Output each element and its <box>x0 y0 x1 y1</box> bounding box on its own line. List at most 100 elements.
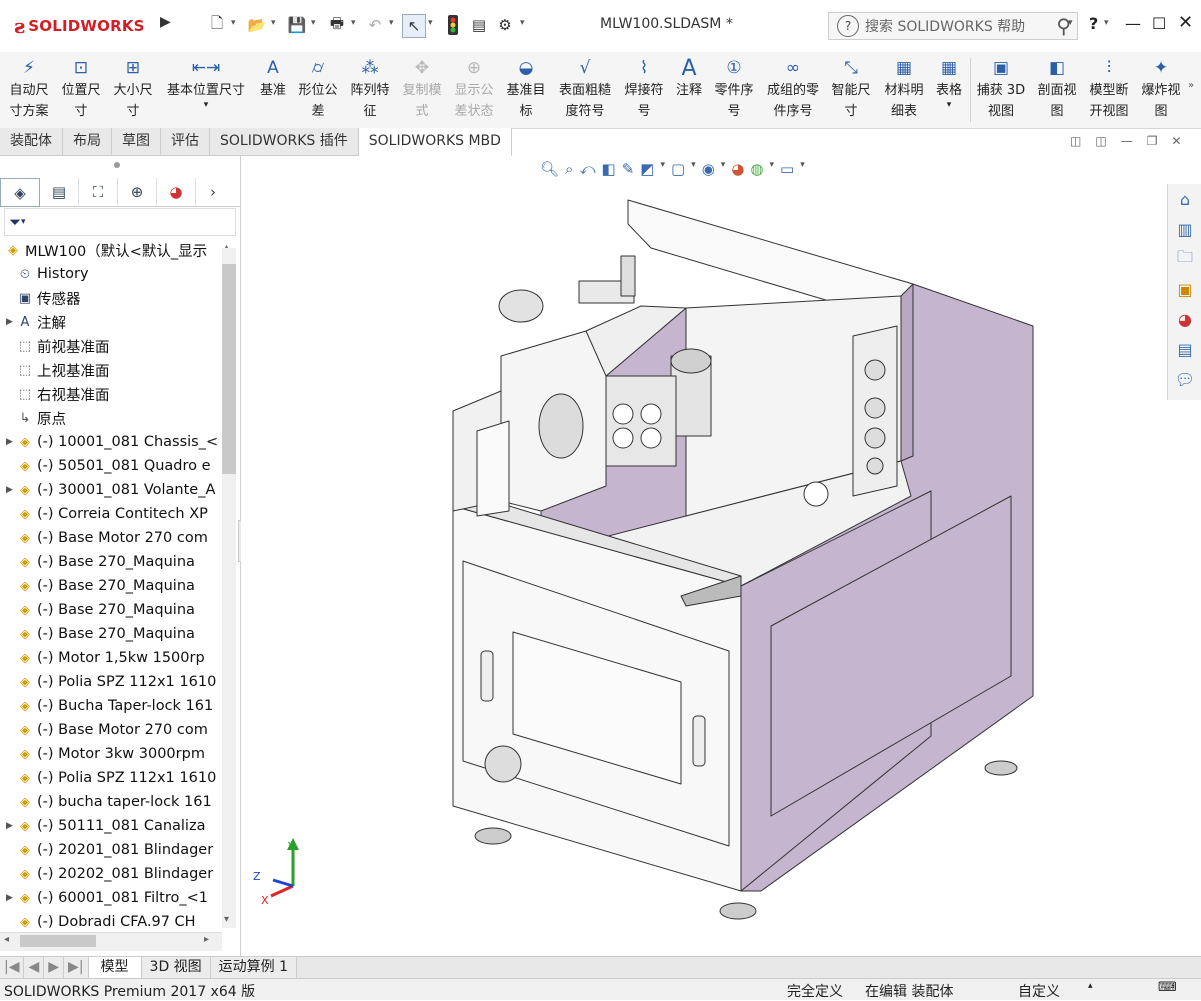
new-document-icon[interactable]: 🗋 <box>206 14 228 36</box>
panel-grip-icon[interactable] <box>114 162 120 168</box>
menu-expand-icon[interactable]: ▶ <box>160 14 171 30</box>
tree-item[interactable]: ◈ (-) Base Motor 270 com <box>0 526 222 550</box>
cmd-geometric-tolerance[interactable]: ⌭ 形位公差 <box>294 56 342 122</box>
design-library-icon[interactable]: ▥ <box>1168 214 1201 244</box>
select-icon[interactable]: ↖ <box>402 14 426 38</box>
display-style-icon[interactable]: ▢ <box>671 160 685 178</box>
custom-properties-icon[interactable]: ▤ <box>1168 334 1201 364</box>
expand-arrow-icon[interactable]: ▶ <box>6 821 16 831</box>
view-settings-icon[interactable]: ▭ <box>780 160 794 178</box>
cmd-balloon[interactable]: ① 零件序号 <box>710 56 758 122</box>
scroll-right-icon[interactable]: ▸ <box>204 934 209 945</box>
print-dropdown-icon[interactable]: ▾ <box>351 18 356 28</box>
tree-item[interactable]: ↳ 原点 <box>0 406 222 430</box>
tab-sketch[interactable]: 草图 <box>112 128 161 156</box>
tree-item[interactable]: ◈ (-) Base Motor 270 com <box>0 718 222 742</box>
close-icon[interactable]: ✕ <box>1178 12 1193 33</box>
rebuild-icon[interactable] <box>442 14 464 36</box>
tab-nav-last-icon[interactable]: ▶| <box>64 957 89 978</box>
expand-toolbar-icon[interactable]: » <box>1188 80 1194 91</box>
machine-model-3d[interactable] <box>241 156 1167 956</box>
tree-item[interactable]: ◈ (-) Base 270_Maquina <box>0 574 222 598</box>
tree-item[interactable]: ◈ (-) Motor 3kw 3000rpm <box>0 742 222 766</box>
view-orientation-dropdown-icon[interactable]: ▾ <box>660 160 665 178</box>
restore-right-icon[interactable]: ◫ <box>1095 134 1106 148</box>
viewport-close-icon[interactable]: ✕ <box>1171 134 1181 148</box>
print-icon[interactable]: 🖶 <box>326 14 348 36</box>
view-settings-dropdown-icon[interactable]: ▾ <box>800 160 805 178</box>
cmd-bill-of-materials[interactable]: ▦ 材料明 细表 <box>880 56 928 122</box>
previous-view-icon[interactable]: ⤺ <box>579 160 595 178</box>
undo-dropdown-icon[interactable]: ▾ <box>389 18 394 28</box>
forum-icon[interactable]: 💬︎ <box>1168 364 1201 394</box>
open-icon[interactable]: 📂 <box>246 14 268 36</box>
tab-nav-prev-icon[interactable]: ◀ <box>24 957 45 978</box>
help-dropdown-icon[interactable]: ▾ <box>1104 18 1109 28</box>
tree-item[interactable]: ◈ (-) Dobradi CFA.97 CH <box>0 910 222 934</box>
tree-item[interactable]: ◈ (-) 20201_081 Blindager <box>0 838 222 862</box>
tree-item[interactable]: ⏲ History <box>0 262 222 286</box>
tree-item[interactable]: ◈ (-) Bucha Taper-lock 161 <box>0 694 222 718</box>
home-icon[interactable]: ⌂ <box>1168 184 1201 214</box>
tree-item[interactable]: ▶ ◈ (-) 10001_081 Chassis_< <box>0 430 222 454</box>
tree-item[interactable]: ▶ ◈ (-) 50111_081 Canaliza <box>0 814 222 838</box>
cmd-location-dimension[interactable]: ⊡ 位置尺寸 <box>58 56 104 122</box>
cmd-pattern-feature[interactable]: ⁂ 阵列特征 <box>346 56 394 122</box>
dynamic-annotation-icon[interactable]: ✎ <box>622 160 635 178</box>
tree-item[interactable]: ◈ (-) Base 270_Maquina <box>0 550 222 574</box>
cmd-smart-dimension[interactable]: ⤡ 智能尺寸 <box>826 56 876 122</box>
cmd-section-view[interactable]: ◧ 剖面视图 <box>1032 56 1082 122</box>
tab-mbd[interactable]: SOLIDWORKS MBD <box>358 128 512 156</box>
tree-item[interactable]: ⬚ 前视基准面 <box>0 334 222 358</box>
file-explorer-icon[interactable]: 🗀 <box>1168 244 1201 274</box>
panel-tabs-more-icon[interactable]: › <box>196 178 230 205</box>
tree-root[interactable]: ◈ MLW100（默认<默认_显示 <box>0 238 240 262</box>
status-tools-icon[interactable]: ⌨ <box>1158 980 1177 995</box>
tree-item[interactable]: ◈ (-) Polia SPZ 112x1 1610 <box>0 670 222 694</box>
tree-filter[interactable]: ⏷ ▾ <box>4 208 236 236</box>
tree-item[interactable]: ▶ ◈ (-) 30001_081 Volante_A <box>0 478 222 502</box>
save-dropdown-icon[interactable]: ▾ <box>311 18 316 28</box>
tree-item[interactable]: ◈ (-) Base 270_Maquina <box>0 622 222 646</box>
appearances-icon[interactable]: ◕ <box>1168 304 1201 334</box>
expand-arrow-icon[interactable]: ▶ <box>6 437 16 447</box>
cmd-note[interactable]: A 注释 <box>670 56 708 101</box>
scroll-down-icon[interactable]: ▾ <box>224 914 229 925</box>
cmd-stacked-balloon[interactable]: ∞ 成组的零 件序号 <box>762 56 824 122</box>
dimxpert-tab-icon[interactable]: ⊕ <box>118 178 157 205</box>
expand-arrow-icon[interactable]: ▶ <box>6 893 16 903</box>
graphics-viewport[interactable]: Y Z X <box>241 156 1167 956</box>
select-dropdown-icon[interactable]: ▾ <box>428 18 433 28</box>
help-search-box[interactable]: ? 搜索 SOLIDWORKS 帮助 ⚲ <box>828 12 1078 40</box>
feature-manager-tab-icon[interactable]: ◈ <box>0 178 40 207</box>
restore-left-icon[interactable]: ◫ <box>1070 134 1081 148</box>
edit-appearance-icon[interactable]: ◕ <box>731 160 744 178</box>
cmd-exploded-view[interactable]: ✦ 爆炸视图 <box>1136 56 1186 122</box>
cmd-copy-scheme[interactable]: ✥ 复制模式 <box>398 56 446 122</box>
new-dropdown-icon[interactable]: ▾ <box>231 18 236 28</box>
zoom-to-fit-icon[interactable]: 🔍︎ <box>540 160 559 178</box>
tree-hscroll-thumb[interactable] <box>20 935 96 947</box>
options-dropdown-icon[interactable]: ▾ <box>520 18 525 28</box>
viewport-minimize-icon[interactable]: — <box>1121 134 1133 148</box>
hide-show-items-icon[interactable]: ◉ <box>702 160 715 178</box>
expand-arrow-icon[interactable]: ▶ <box>6 485 16 495</box>
cmd-datum-target[interactable]: ◒ 基准目标 <box>502 56 550 122</box>
cmd-weld-symbol[interactable]: ⌇ 焊接符号 <box>620 56 668 122</box>
cmd-model-break-view[interactable]: ⫶ 模型断 开视图 <box>1084 56 1134 122</box>
tree-item[interactable]: ▶ ◈ (-) 60001_081 Filtro_<1 <box>0 886 222 910</box>
view-orientation-icon[interactable]: ◩ <box>640 160 654 178</box>
scroll-left-icon[interactable]: ◂ <box>4 934 9 945</box>
tab-addins[interactable]: SOLIDWORKS 插件 <box>210 128 359 156</box>
expand-arrow-icon[interactable]: ▶ <box>6 317 16 327</box>
tree-item[interactable]: ▣ 传感器 <box>0 286 222 310</box>
zoom-to-area-icon[interactable]: ⌕ <box>565 160 573 178</box>
cmd-size-dimension[interactable]: ⊞ 大小尺寸 <box>110 56 156 122</box>
tree-item[interactable]: ◈ (-) 50501_081 Quadro e <box>0 454 222 478</box>
tree-item[interactable]: ◈ (-) Motor 1,5kw 1500rp <box>0 646 222 670</box>
maximize-icon[interactable]: ☐ <box>1152 14 1166 33</box>
cmd-auto-dimension-scheme[interactable]: ⚡ 自动尺 寸方案 <box>6 56 52 122</box>
cmd-basic-location-dimension[interactable]: ⇤⇥ 基本位置尺寸 ▾ <box>160 56 252 110</box>
tree-item[interactable]: ⬚ 上视基准面 <box>0 358 222 382</box>
save-icon[interactable]: 💾 <box>286 14 308 36</box>
